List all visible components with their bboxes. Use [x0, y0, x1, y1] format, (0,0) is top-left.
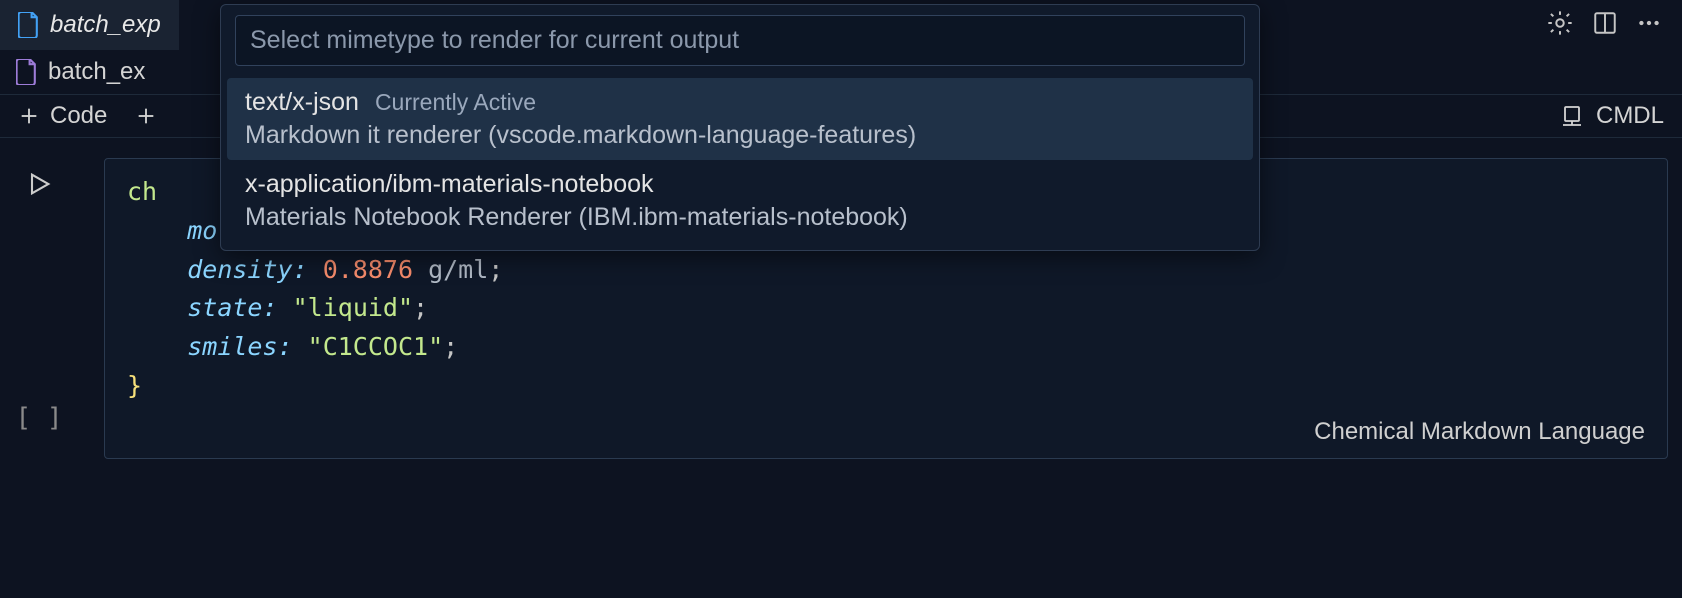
code-token: smiles [187, 332, 277, 361]
play-icon [25, 170, 53, 198]
quickpick-item-detail: Markdown it renderer (vscode.markdown-la… [245, 121, 1235, 150]
quickpick-item[interactable]: x-application/ibm-materials-notebook Mat… [227, 160, 1253, 242]
run-cell-button[interactable] [25, 170, 53, 203]
plus-icon [135, 105, 157, 127]
add-code-label: Code [50, 102, 107, 130]
file-icon [18, 12, 40, 38]
quickpick-input-row [221, 5, 1259, 76]
code-token: density [187, 255, 292, 284]
code-token: "liquid" [293, 293, 413, 322]
tab-label: batch_exp [50, 11, 161, 39]
quickpick-item-title: text/x-json [245, 88, 359, 117]
quickpick-palette: text/x-json Currently Active Markdown it… [220, 4, 1260, 251]
code-token: "C1CCOC1" [308, 332, 443, 361]
editor-tab[interactable]: batch_exp [0, 0, 179, 50]
code-token: ch [127, 177, 157, 206]
add-code-button[interactable]: Code [18, 102, 107, 130]
quickpick-list: text/x-json Currently Active Markdown it… [221, 76, 1259, 250]
code-token: g/ml [413, 255, 488, 284]
run-gutter: [ ] [14, 158, 64, 459]
breadcrumb-label: batch_ex [48, 58, 145, 86]
quickpick-item-detail: Materials Notebook Renderer (IBM.ibm-mat… [245, 203, 1235, 232]
gear-icon[interactable] [1546, 9, 1574, 42]
split-editor-icon[interactable] [1592, 10, 1618, 41]
code-token: 0.8876 [323, 255, 413, 284]
quickpick-item-badge: Currently Active [375, 89, 536, 116]
execution-count: [ ] [16, 403, 63, 433]
cell-language-label[interactable]: Chemical Markdown Language [127, 418, 1645, 446]
notebook-toolbar-left: Code [18, 102, 157, 130]
plus-icon [18, 105, 40, 127]
quickpick-item-title: x-application/ibm-materials-notebook [245, 170, 654, 199]
tab-bar-left: batch_exp [0, 0, 179, 50]
quickpick-item[interactable]: text/x-json Currently Active Markdown it… [227, 78, 1253, 160]
kernel-label: CMDL [1596, 102, 1664, 130]
code-token: state [187, 293, 262, 322]
quickpick-input[interactable] [235, 15, 1245, 66]
kernel-picker[interactable]: CMDL [1560, 102, 1664, 130]
add-cell-button[interactable] [135, 105, 157, 127]
more-icon[interactable] [1636, 10, 1662, 41]
tab-bar-actions [1546, 9, 1682, 42]
file-icon [16, 59, 38, 85]
server-icon [1560, 104, 1584, 128]
